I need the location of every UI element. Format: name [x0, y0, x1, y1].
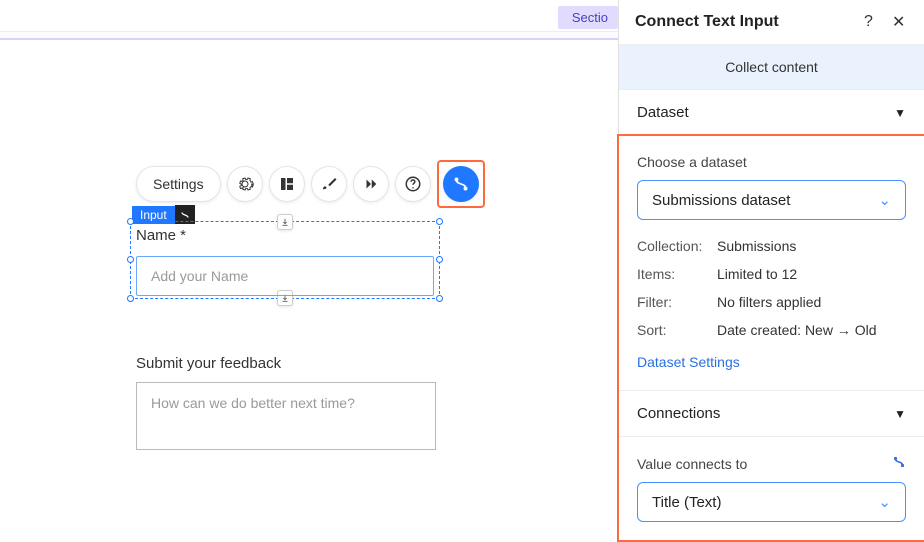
dataset-dropdown-value: Submissions dataset [652, 192, 790, 209]
sort-key: Sort: [637, 322, 717, 338]
collection-key: Collection: [637, 238, 717, 254]
filter-key: Filter: [637, 294, 717, 310]
value-field-dropdown[interactable]: Title (Text) ⌄ [637, 482, 906, 522]
feedback-placeholder: How can we do better next time? [151, 395, 355, 411]
animation-icon[interactable] [353, 166, 389, 202]
editor-canvas[interactable]: Sectio Settings Input Name * [0, 0, 618, 515]
panel-title: Connect Text Input [635, 13, 852, 31]
choose-dataset-label: Choose a dataset [637, 154, 906, 170]
chevron-down-icon: ⌄ [878, 493, 891, 511]
dataset-section-header[interactable]: Dataset ▼ [619, 90, 924, 136]
name-input[interactable]: Add your Name [136, 256, 434, 296]
filter-value: No filters applied [717, 294, 821, 310]
gear-icon[interactable] [227, 166, 263, 202]
stretch-top-icon[interactable] [277, 214, 293, 230]
connections-section-header[interactable]: Connections ▼ [619, 390, 924, 437]
connect-data-icon[interactable] [443, 166, 479, 202]
panel-header: Connect Text Input ? ✕ [619, 0, 924, 45]
value-field-dropdown-value: Title (Text) [652, 494, 721, 511]
layout-icon[interactable] [269, 166, 305, 202]
panel-highlight: Choose a dataset Submissions dataset ⌄ C… [617, 134, 924, 542]
items-key: Items: [637, 266, 717, 282]
collect-content-button[interactable]: Collect content [619, 45, 924, 90]
dataset-section-title: Dataset [637, 104, 689, 121]
resize-handle[interactable] [436, 256, 443, 263]
settings-button[interactable]: Settings [136, 166, 221, 202]
resize-handle[interactable] [436, 295, 443, 302]
chevron-down-icon: ▼ [894, 407, 906, 421]
section-divider [0, 32, 618, 40]
resize-handle[interactable] [127, 295, 134, 302]
connections-section-body: Value connects to Title (Text) ⌄ [619, 437, 924, 540]
cycle-icon[interactable] [892, 455, 906, 472]
resize-handle[interactable] [127, 218, 134, 225]
resize-handle[interactable] [436, 218, 443, 225]
dataset-settings-link[interactable]: Dataset Settings [637, 354, 740, 370]
feedback-field-label: Submit your feedback [136, 355, 281, 372]
dataset-dropdown[interactable]: Submissions dataset ⌄ [637, 180, 906, 220]
feedback-textarea[interactable]: How can we do better next time? [136, 382, 436, 450]
panel-close-icon[interactable]: ✕ [892, 12, 908, 32]
connections-section-title: Connections [637, 405, 720, 422]
name-input-placeholder: Add your Name [151, 268, 248, 284]
dataset-section-body: Choose a dataset Submissions dataset ⌄ C… [619, 136, 924, 390]
panel-help-icon[interactable]: ? [864, 13, 880, 31]
connect-button-highlight [437, 160, 485, 208]
help-icon[interactable] [395, 166, 431, 202]
items-value: Limited to 12 [717, 266, 797, 282]
canvas-topbar: Sectio [0, 0, 618, 32]
chevron-down-icon: ▼ [894, 106, 906, 120]
brush-icon[interactable] [311, 166, 347, 202]
connect-panel: Connect Text Input ? ✕ Collect content D… [618, 0, 924, 515]
collection-value: Submissions [717, 238, 796, 254]
sort-value: Date created: New → Old [717, 322, 877, 338]
section-tag[interactable]: Sectio [558, 6, 618, 29]
resize-handle[interactable] [127, 256, 134, 263]
chevron-down-icon: ⌄ [878, 191, 891, 209]
value-connects-label: Value connects to [637, 456, 747, 472]
element-toolbar: Settings [136, 160, 485, 208]
